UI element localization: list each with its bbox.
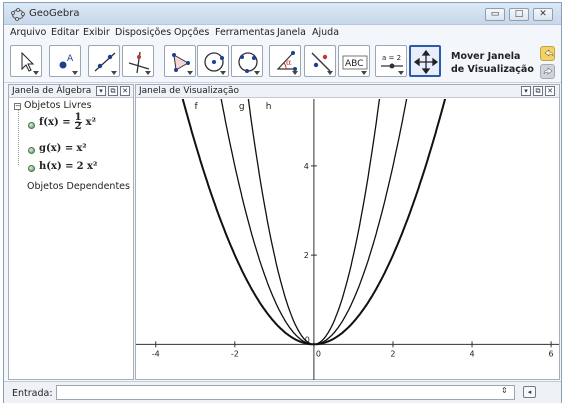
series-f-label: f — [195, 102, 199, 112]
svg-text:A: A — [67, 54, 74, 64]
collapse-toggle-icon[interactable]: − — [14, 103, 21, 110]
tree-line — [18, 110, 19, 165]
function-g-row[interactable]: g(x) = x² — [39, 143, 87, 154]
y-tick-label: 2 — [304, 251, 309, 260]
visibility-toggle-icon[interactable] — [28, 165, 35, 172]
x-tick-label: 0 — [316, 349, 321, 358]
function-f-denominator: 2 — [74, 121, 82, 132]
circle-tool-button[interactable] — [197, 45, 229, 77]
visibility-toggle-icon[interactable] — [28, 147, 35, 154]
graphics-view-header: Janela de Visualização — [136, 85, 559, 98]
function-f-row[interactable]: f(x) = 12 x² — [39, 113, 96, 132]
perpendicular-line-tool-button[interactable] — [122, 45, 154, 77]
visibility-toggle-icon[interactable] — [28, 122, 35, 129]
title-bar: GeoGebra ▭ □ ✕ — [4, 3, 561, 25]
reflect-tool-button[interactable] — [304, 45, 336, 77]
redo-arrow-icon — [543, 67, 553, 75]
geogebra-logo-icon — [11, 8, 25, 21]
slider-tool-button[interactable]: a = 2 — [375, 45, 407, 77]
menu-editar[interactable]: Editar — [51, 27, 79, 38]
function-g-name: g(x) = — [39, 143, 74, 154]
text-tool-label: ABC — [345, 59, 363, 69]
function-plot[interactable]: -4 -2 0 2 4 6240f g h — [136, 99, 559, 380]
input-field[interactable] — [56, 385, 515, 400]
slider-tool-label: a = 2 — [382, 54, 401, 62]
x-tick-label: 4 — [469, 349, 474, 358]
move-graphics-view-tool-button[interactable] — [409, 45, 441, 77]
move-tool-button[interactable] — [10, 45, 42, 77]
geogebra-window: GeoGebra ▭ □ ✕ Arquivo Editar Exibir Dis… — [3, 2, 562, 403]
undo-button[interactable] — [540, 46, 555, 61]
menu-disposicoes[interactable]: Disposições — [115, 27, 171, 38]
input-history-icon[interactable]: ⇕ — [501, 386, 508, 395]
function-f-expression: x² — [85, 117, 96, 128]
function-g-expression: x² — [76, 143, 87, 154]
line-tool-button[interactable] — [88, 45, 120, 77]
minimize-button[interactable]: ▭ — [485, 8, 505, 21]
point-tool-button[interactable]: A — [49, 45, 81, 77]
undo-arrow-icon — [544, 49, 554, 57]
function-h-row[interactable]: h(x) = 2 x² — [39, 161, 97, 172]
redo-button[interactable] — [540, 64, 555, 79]
toolbar: A α ABC a = 2 Mover Janela de Visualizaç… — [4, 41, 561, 83]
algebra-view: Janela de Álgebra ▾ ⧉ ✕ − Objetos Livres … — [8, 84, 134, 380]
polygon-tool-button[interactable] — [164, 45, 196, 77]
window-title: GeoGebra — [29, 8, 80, 19]
series-h-label: h — [266, 102, 272, 112]
x-tick-label: -4 — [152, 349, 160, 358]
algebra-view-title: Janela de Álgebra — [12, 86, 92, 96]
function-f-name: f(x) = — [39, 117, 71, 128]
tool-help-line2: de Visualização — [451, 64, 534, 75]
graphics-view-title: Janela de Visualização — [139, 86, 239, 96]
graphics-view[interactable]: Janela de Visualização ▾ ⧉ ✕ -4 -2 0 2 4 6 2 4 0… — [135, 84, 560, 380]
input-bar: Entrada: ⇕ ◂ — [4, 381, 561, 403]
algebra-close-button[interactable]: ✕ — [120, 86, 130, 96]
text-tool-button[interactable]: ABC — [338, 45, 370, 77]
angle-tool-button[interactable]: α — [269, 45, 301, 77]
menu-janela[interactable]: Janela — [277, 27, 306, 38]
tool-help-text: Mover Janela de Visualização — [451, 50, 534, 76]
function-h-name: h(x) = — [39, 161, 74, 172]
function-f-fraction: 12 — [74, 113, 82, 132]
input-help-button[interactable]: ◂ — [523, 386, 536, 398]
input-label: Entrada: — [12, 388, 53, 399]
conic-tool-button[interactable] — [231, 45, 263, 77]
tool-help-line1: Mover Janela — [451, 51, 521, 62]
menu-opcoes[interactable]: Opções — [174, 27, 209, 38]
maximize-button[interactable]: □ — [509, 8, 529, 21]
function-h-expression: 2 x² — [76, 161, 98, 172]
algebra-menu-button[interactable]: ▾ — [96, 86, 106, 96]
graphics-menu-button[interactable]: ▾ — [521, 86, 531, 96]
x-tick-label: 6 — [549, 349, 554, 358]
series-g-label: g — [239, 102, 245, 112]
svg-text:α: α — [286, 58, 292, 67]
x-tick-label: 2 — [390, 349, 395, 358]
x-tick-label: -2 — [231, 349, 239, 358]
free-objects-node[interactable]: − Objetos Livres — [14, 100, 92, 111]
dependent-objects-node[interactable]: Objetos Dependentes — [27, 181, 130, 192]
menu-arquivo[interactable]: Arquivo — [10, 27, 46, 38]
menu-exibir[interactable]: Exibir — [83, 27, 110, 38]
move-arrows-icon — [413, 49, 439, 75]
algebra-undock-button[interactable]: ⧉ — [108, 86, 118, 96]
menu-ajuda[interactable]: Ajuda — [312, 27, 339, 38]
graphics-close-button[interactable]: ✕ — [545, 86, 555, 96]
free-objects-label: Objetos Livres — [24, 100, 92, 111]
close-button[interactable]: ✕ — [533, 8, 553, 21]
graphics-undock-button[interactable]: ⧉ — [533, 86, 543, 96]
menu-bar: Arquivo Editar Exibir Disposições Opções… — [4, 25, 561, 41]
y-tick-label: 4 — [304, 162, 309, 171]
menu-ferramentas[interactable]: Ferramentas — [215, 27, 275, 38]
